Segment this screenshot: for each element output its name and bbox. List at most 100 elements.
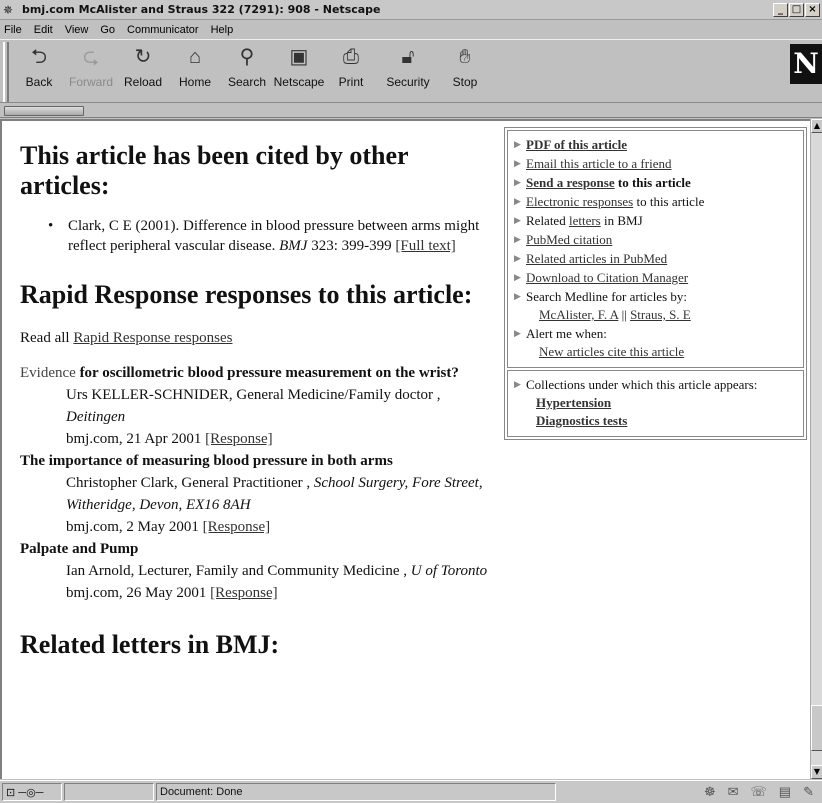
menu-edit[interactable]: Edit [34,24,53,36]
article-tools-box: ▶ PDF of this article ▶ Email this article… [504,127,807,440]
forward-label: Forward [68,75,113,89]
status-bar: ⊡ ─◎─ Document: Done ☸ ✉ ☏ ▤ ✎ [0,780,822,803]
compose-pen-icon[interactable]: ✎ [803,784,814,800]
rapid-response-heading: Rapid Response responses to this article… [20,280,473,309]
menu-help[interactable]: Help [211,24,234,36]
triangle-bullet-icon: ▶ [514,177,521,187]
back-arrow-icon: ⮌ [30,46,48,68]
triangle-bullet-icon: ▶ [514,253,521,263]
home-button[interactable]: ⌂ Home [169,44,221,89]
send-response-link[interactable]: Send a response [526,175,615,190]
triangle-bullet-icon: ▶ [514,196,521,206]
collection-hypertension-link[interactable]: Hypertension [536,395,611,410]
response-title: The importance of measuring blood pressu… [20,453,393,469]
connection-plug-icon: ─◎─ [18,786,44,799]
navigation-toolbar: ⮌ Back ⮎ Forward ↻ Reload ⌂ Home ⚲ Searc… [0,39,822,103]
print-button[interactable]: ⎙ Print [325,44,377,89]
electronic-responses-rest: to this article [636,194,705,209]
padlock-icon: 🔓︎ [401,46,415,68]
mail-icon[interactable]: ✉ [728,784,739,800]
toolbar-tab-handles[interactable] [4,106,84,116]
progress-cell [64,783,154,801]
security-lock-icon[interactable]: ⊡ [6,786,15,799]
triangle-bullet-icon: ▶ [514,139,521,149]
forward-button[interactable]: ⮎ Forward [65,44,117,89]
window-title: bmj.com McAlister and Straus 322 (7291):… [22,3,381,16]
cited-by-heading: This article has been cited by other art… [20,141,409,200]
author-link-mcalister[interactable]: McAlister, F. A [539,307,618,322]
menu-go[interactable]: Go [100,24,115,36]
connection-status-cell: ⊡ ─◎─ [2,783,62,801]
alert-label: Alert me when: [526,326,607,341]
scroll-up-arrow-icon[interactable]: ▲ [811,119,822,133]
status-text: Document: Done [160,786,243,798]
response-link[interactable]: [Response] [205,431,273,447]
rapid-responses-link[interactable]: Rapid Response responses [73,330,232,346]
response-date: bmj.com, 21 Apr 2001 [66,431,202,447]
scroll-thumb[interactable] [811,705,822,751]
menu-view[interactable]: View [65,24,89,36]
reload-icon: ↻ [134,46,152,68]
page-content: This article has been cited by other art… [0,119,810,779]
read-all-line: Read all Rapid Response responses [20,328,495,348]
related-rest: in BMJ [603,213,643,228]
author-link-straus[interactable]: Straus, S. E [630,307,691,322]
triangle-bullet-icon: ▶ [514,215,521,225]
toolbar-grip[interactable] [3,42,9,102]
netscape-button[interactable]: ▣ Netscape [273,44,325,89]
pubmed-citation-link[interactable]: PubMed citation [526,230,612,249]
composer-icon[interactable]: ▤ [779,784,791,800]
title-bar: ✵ bmj.com McAlister and Straus 322 (7291… [0,0,822,20]
discussion-icon[interactable]: ☏ [751,784,767,800]
response-item: The importance of measuring blood pressu… [20,450,490,538]
response-link[interactable]: [Response] [203,519,271,535]
back-button[interactable]: ⮌ Back [13,44,65,89]
triangle-bullet-icon: ▶ [514,234,521,244]
article-tools-section: ▶ PDF of this article ▶ Email this article… [507,130,804,368]
electronic-responses-link[interactable]: Electronic responses [526,194,633,209]
full-text-link[interactable]: [Full text] [395,238,455,254]
menu-bar: File Edit View Go Communicator Help [0,21,822,39]
menu-communicator[interactable]: Communicator [127,24,199,36]
netscape-app-icon: ✵ [3,2,14,17]
cited-text-b: 323: 399-399 [311,238,392,254]
navigator-icon[interactable]: ☸ [704,784,716,800]
triangle-bullet-icon: ▶ [514,158,521,168]
response-link[interactable]: [Response] [210,585,278,601]
search-medline-label: Search Medline for articles by: [526,289,687,304]
cited-list-item: • Clark, C E (2001). Difference in blood… [20,216,485,256]
triangle-bullet-icon: ▶ [514,291,521,301]
response-place: Deitingen [66,409,126,425]
reload-button[interactable]: ↻ Reload [117,44,169,89]
author-separator: || [621,307,627,322]
netscape-logo[interactable]: N [790,44,822,84]
collapsed-toolbar-tabs [0,104,822,118]
collection-diagnostics-link[interactable]: Diagnostics tests [536,413,627,428]
forward-arrow-icon: ⮎ [82,46,100,68]
window-controls: _ □ × [773,2,820,17]
related-letters-link[interactable]: letters [569,213,601,228]
new-cite-alert-link[interactable]: New articles cite this article [539,344,684,359]
related-letters-heading: Related letters in BMJ: [20,630,280,659]
scroll-down-arrow-icon[interactable]: ▼ [811,765,822,779]
close-button[interactable]: × [805,2,820,17]
maximize-button[interactable]: □ [789,2,804,17]
triangle-bullet-icon: ▶ [514,272,521,282]
related-pubmed-link[interactable]: Related articles in PubMed [526,249,667,268]
email-link[interactable]: Email this article to a friend [526,154,671,173]
citation-manager-link[interactable]: Download to Citation Manager [526,268,688,287]
response-author: Christopher Clark, General Practitioner … [66,475,311,491]
search-button[interactable]: ⚲ Search [221,44,273,89]
pdf-link[interactable]: PDF of this article [526,135,627,154]
stop-label: Stop [452,75,478,89]
vertical-scrollbar[interactable]: ▲ ▼ [810,119,822,779]
response-author: Urs KELLER-SCHNIDER, General Medicine/Fa… [66,387,441,403]
response-date: bmj.com, 2 May 2001 [66,519,199,535]
triangle-bullet-icon: ▶ [514,328,521,338]
stop-button[interactable]: ✋︎ Stop [439,44,491,89]
minimize-button[interactable]: _ [773,2,788,17]
security-button[interactable]: 🔓︎ Security [377,44,439,89]
menu-file[interactable]: File [4,24,22,36]
response-date: bmj.com, 26 May 2001 [66,585,207,601]
security-label: Security [386,75,430,89]
